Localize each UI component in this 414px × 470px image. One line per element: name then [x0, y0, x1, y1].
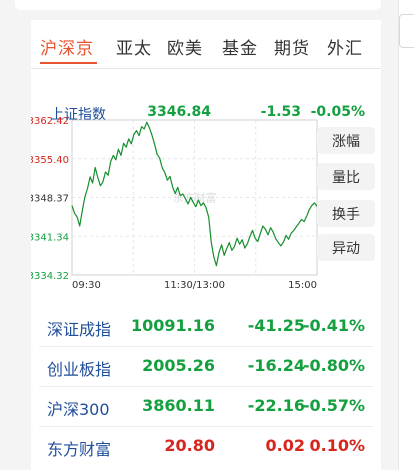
list-item[interactable]: 深证成指 10091.16 -41.25 -0.41% — [31, 307, 381, 347]
tab-futures[interactable]: 期货 — [274, 34, 310, 59]
scroll-nub[interactable] — [399, 14, 414, 48]
anomaly-button[interactable]: 异动 — [317, 234, 375, 261]
row-percent: 0.10% — [309, 436, 365, 455]
row-change: 0.02 — [265, 436, 305, 455]
tab-hushenjing[interactable]: 沪深京 — [40, 34, 94, 59]
tab-funds[interactable]: 基金 — [222, 34, 258, 59]
tab-europe-america[interactable]: 欧美 — [167, 34, 203, 59]
volume-ratio-button[interactable]: 量比 — [317, 163, 375, 190]
market-tabs: 沪深京 亚太 欧美 基金 期货 外汇 — [31, 20, 381, 69]
x-tick-label: 09:30 — [72, 280, 101, 291]
row-percent: -0.41% — [302, 316, 365, 335]
list-item[interactable]: 沪深300 3860.11 -22.16 -0.57% — [31, 387, 381, 427]
y-tick-label: 3334.32 — [31, 271, 69, 282]
market-panel: 沪深京 亚太 欧美 基金 期货 外汇 上证指数 3346.84 -1.53 -0… — [31, 20, 381, 470]
y-tick-label: 3355.40 — [31, 155, 69, 166]
row-percent: -0.80% — [302, 356, 365, 375]
row-percent: -0.57% — [302, 396, 365, 415]
tab-forex[interactable]: 外汇 — [327, 34, 363, 59]
y-tick-label: 3341.34 — [31, 232, 69, 243]
top-strip — [15, 0, 381, 10]
active-tab-indicator — [40, 62, 97, 64]
turnover-button[interactable]: 换手 — [317, 200, 375, 227]
y-tick-label: 3348.37 — [31, 194, 69, 205]
x-tick-label: 11:30/13:00 — [164, 280, 225, 291]
y-tick-label: 3362.42 — [31, 116, 69, 127]
row-name[interactable]: 深证成指 — [47, 316, 111, 340]
row-change: -16.24 — [247, 356, 305, 375]
row-price: 10091.16 — [130, 316, 215, 335]
row-name[interactable]: 创业板指 — [47, 356, 111, 380]
row-name[interactable]: 沪深300 — [47, 396, 110, 420]
row-price: 20.80 — [164, 436, 215, 455]
x-tick-label: 15:00 — [288, 280, 317, 291]
list-item[interactable]: 东方财富 20.80 0.02 0.10% — [31, 427, 381, 467]
sort-change-button[interactable]: 涨幅 — [317, 127, 375, 154]
tab-asia-pacific[interactable]: 亚太 — [116, 34, 152, 59]
row-price: 3860.11 — [142, 396, 215, 415]
row-name[interactable]: 东方财富 — [47, 436, 111, 460]
row-price: 2005.26 — [142, 356, 215, 375]
row-change: -22.16 — [247, 396, 305, 415]
right-edge-panel — [398, 0, 414, 470]
list-item[interactable]: 创业板指 2005.26 -16.24 -0.80% — [31, 347, 381, 387]
tabs-divider — [31, 68, 381, 69]
row-change: -41.25 — [247, 316, 305, 335]
